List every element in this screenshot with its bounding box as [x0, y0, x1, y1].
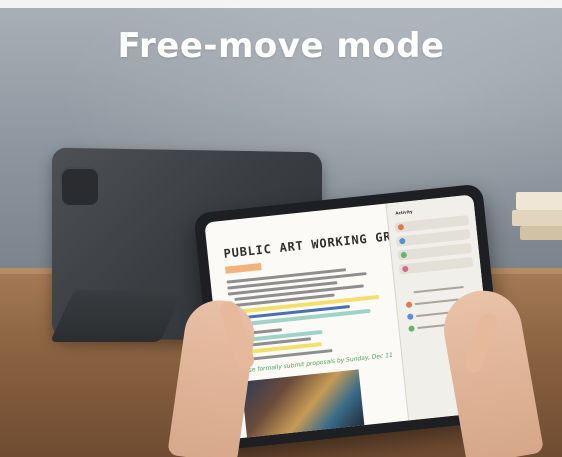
- camera-cutout: [60, 167, 100, 207]
- headline: Free-move mode: [117, 26, 445, 66]
- product-photo: Free-move mode PUBLIC ART WORKING GROUP: [0, 0, 562, 457]
- avatar-icon: [408, 325, 415, 332]
- sidebar-title: Activity: [395, 208, 413, 216]
- handwritten-note: Please formally submit proposals by Sund…: [235, 351, 394, 376]
- book: [516, 192, 562, 210]
- avatar-icon: [405, 301, 413, 309]
- book: [520, 226, 562, 240]
- doc-title: PUBLIC ART WORKING GROUP: [222, 226, 416, 261]
- text-line: [413, 285, 464, 294]
- activity-item: [398, 256, 474, 275]
- avatar-icon: [407, 313, 414, 320]
- mural-photo: [241, 369, 365, 440]
- book: [512, 210, 562, 226]
- highlight: [225, 263, 262, 274]
